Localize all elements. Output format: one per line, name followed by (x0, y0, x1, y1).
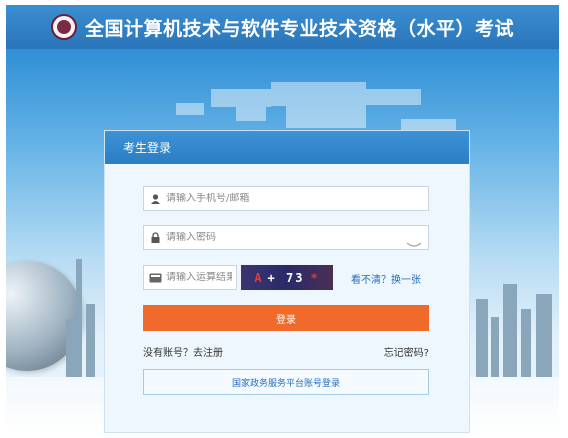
header-bar: 全国计算机技术与软件专业技术资格（水平）考试 (6, 5, 559, 49)
username-field (143, 186, 429, 211)
password-field (143, 225, 429, 250)
refresh-captcha-link[interactable]: 看不清？换一张 (351, 271, 421, 286)
page-title: 全国计算机技术与软件专业技术资格（水平）考试 (84, 17, 514, 40)
login-button[interactable]: 登录 (143, 305, 429, 331)
calculator-icon (146, 273, 164, 283)
user-icon (146, 193, 164, 204)
login-panel: 考生登录 A + 73 * 看不清？换一张 (104, 130, 470, 433)
register-link[interactable]: 没有账号？去注册 (143, 344, 223, 359)
login-panel-title: 考生登录 (105, 131, 469, 164)
password-input[interactable] (164, 232, 428, 243)
show-password-icon[interactable] (406, 234, 422, 253)
lock-icon (146, 232, 164, 243)
forgot-password-link[interactable]: 忘记密码? (384, 344, 429, 359)
exam-logo-icon (50, 14, 77, 40)
city-tower (76, 259, 82, 379)
page-frame: 全国计算机技术与软件专业技术资格（水平）考试 考生登录 请输入手机号/邮箱 请输… (6, 5, 559, 433)
captcha-input[interactable] (164, 272, 236, 283)
username-input[interactable] (164, 193, 428, 204)
captcha-field (143, 265, 237, 290)
captcha-image[interactable]: A + 73 * (241, 265, 333, 290)
captcha-text: + 73 (267, 270, 305, 285)
gov-platform-login-button[interactable]: 国家政务服务平台账号登录 (143, 369, 429, 395)
